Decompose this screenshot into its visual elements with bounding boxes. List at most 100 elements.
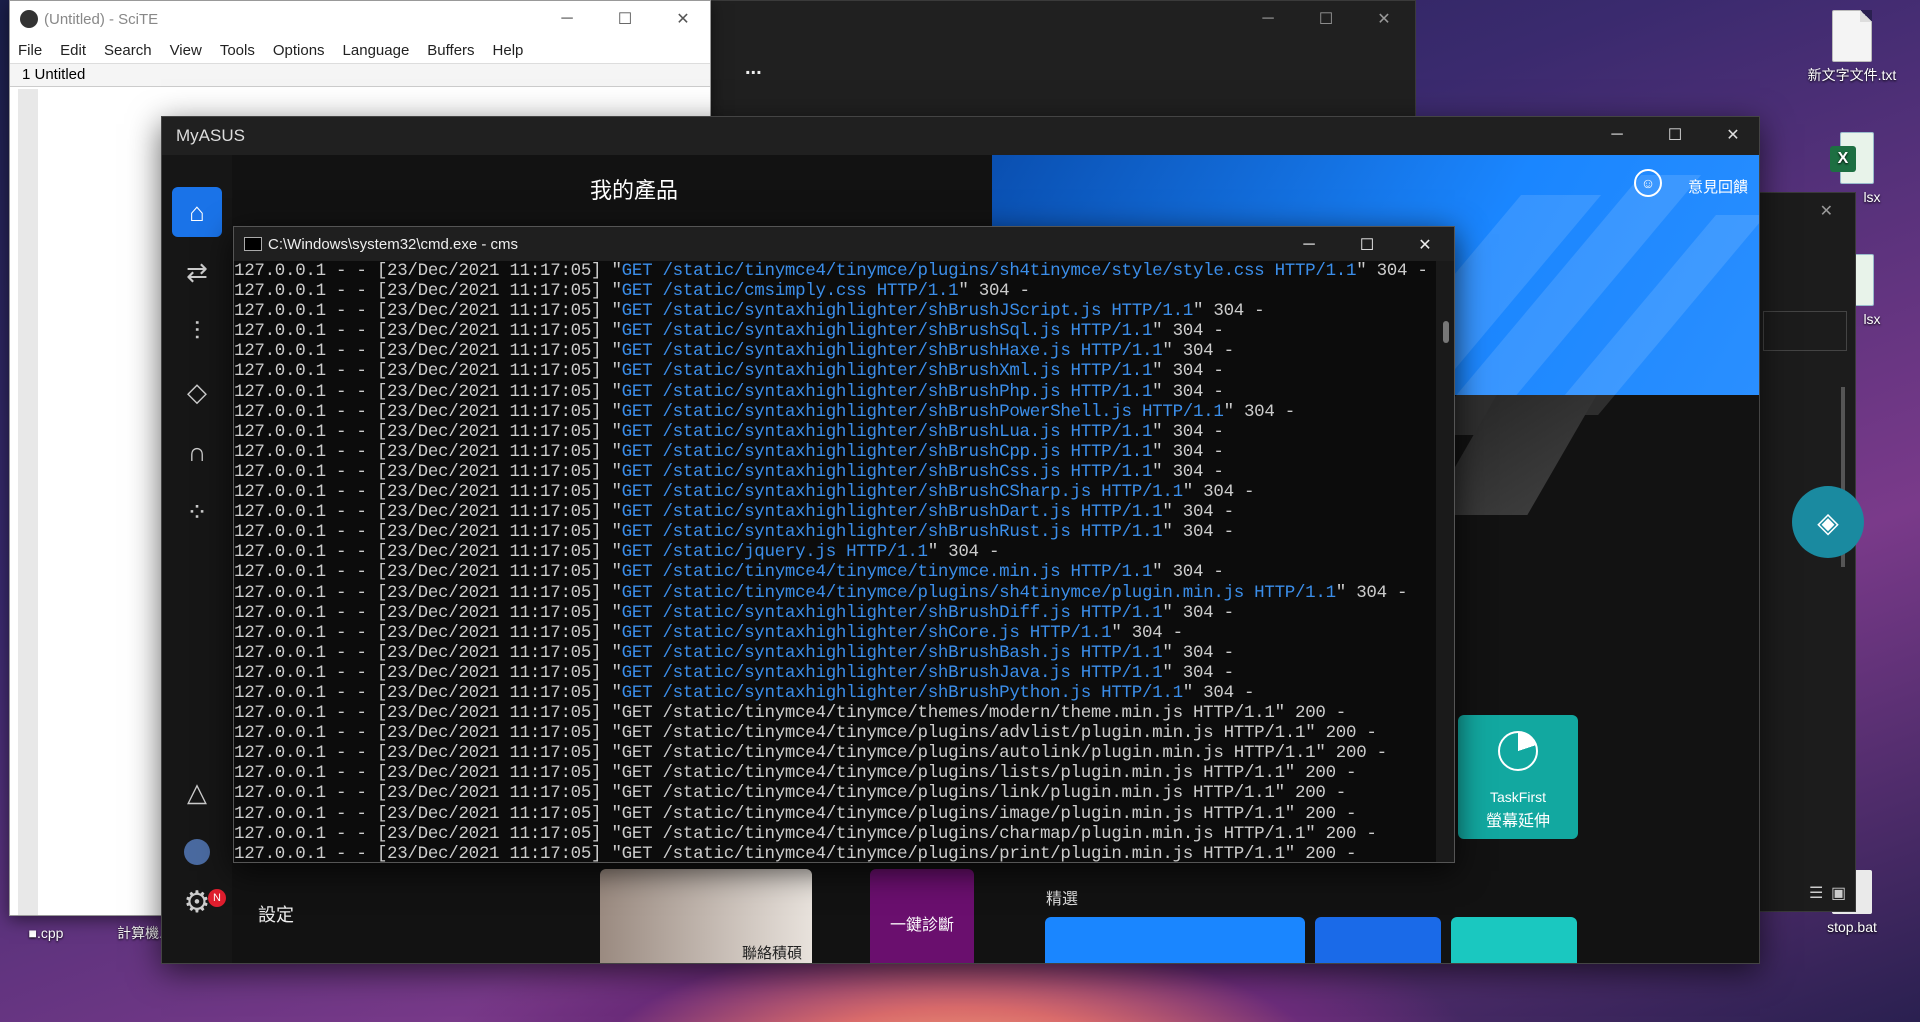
minimize-button[interactable]: ─	[1588, 117, 1646, 153]
log-prefix: 127.0.0.1 - - [23/Dec/2021 11:17:05] "	[234, 401, 622, 422]
menu-search[interactable]: Search	[104, 42, 152, 59]
desktop-icon-cpp[interactable]: ■.cpp	[0, 924, 92, 942]
console-line: 127.0.0.1 - - [23/Dec/2021 11:17:05] "GE…	[234, 361, 1436, 381]
menu-buffers[interactable]: Buffers	[427, 42, 474, 59]
console-line: 127.0.0.1 - - [23/Dec/2021 11:17:05] "GE…	[234, 442, 1436, 462]
log-status: " 304 -	[1335, 582, 1408, 603]
log-request: GET /static/syntaxhighlighter/shBrushPow…	[621, 401, 1224, 422]
settings-badge: N	[208, 889, 226, 907]
window-title: (Untitled) - SciTE	[44, 10, 159, 28]
apps-icon[interactable]: ⁘	[172, 487, 222, 537]
log-request: GET /static/syntaxhighlighter/shCore.js …	[621, 622, 1112, 643]
maximize-button[interactable]: ☐	[596, 1, 654, 37]
assistant-float-button[interactable]: ◈	[1792, 486, 1864, 558]
minimize-button[interactable]: ─	[538, 1, 596, 37]
log-prefix: 127.0.0.1 - - [23/Dec/2021 11:17:05] "	[234, 703, 622, 724]
log-status: " 304 -	[1162, 602, 1234, 623]
log-status: " 304 -	[1223, 401, 1296, 422]
tiles-view-icon[interactable]: ▣	[1831, 883, 1846, 903]
menu-bar: File Edit Search View Tools Options Lang…	[10, 37, 710, 63]
link-icon[interactable]: ⇄	[172, 247, 222, 297]
log-request: GET /static/tinymce4/tinymce/plugins/ima…	[621, 803, 1285, 824]
log-prefix: 127.0.0.1 - - [23/Dec/2021 11:17:05] "	[234, 381, 622, 402]
log-status: " 304 -	[1152, 461, 1224, 482]
log-prefix: 127.0.0.1 - - [23/Dec/2021 11:17:05] "	[234, 281, 622, 302]
log-prefix: 127.0.0.1 - - [23/Dec/2021 11:17:05] "	[234, 301, 622, 322]
tag-icon[interactable]: ◇	[172, 367, 222, 417]
headset-icon[interactable]: ∩	[172, 427, 222, 477]
console-line: 127.0.0.1 - - [23/Dec/2021 11:17:05] "GE…	[234, 844, 1436, 862]
console-line: 127.0.0.1 - - [23/Dec/2021 11:17:05] "GE…	[234, 824, 1436, 844]
more-options-button[interactable]: ...	[745, 57, 762, 80]
console-line: 127.0.0.1 - - [23/Dec/2021 11:17:05] "GE…	[234, 743, 1436, 763]
close-button[interactable]: ✕	[1355, 1, 1413, 37]
maximize-button[interactable]: ☐	[1297, 1, 1355, 37]
log-prefix: 127.0.0.1 - - [23/Dec/2021 11:17:05] "	[234, 261, 622, 281]
desktop-icon-label: 新文字文件.txt	[1807, 67, 1897, 83]
tab-untitled[interactable]: 1 Untitled	[22, 66, 85, 83]
console-line: 127.0.0.1 - - [23/Dec/2021 11:17:05] "GE…	[234, 261, 1436, 281]
console-line: 127.0.0.1 - - [23/Dec/2021 11:17:05] "GE…	[234, 643, 1436, 663]
diagnosis-label: 一鍵診斷	[889, 917, 954, 934]
minimize-button[interactable]: ─	[1239, 1, 1297, 37]
log-prefix: 127.0.0.1 - - [23/Dec/2021 11:17:05] "	[234, 522, 622, 543]
console-line: 127.0.0.1 - - [23/Dec/2021 11:17:05] "GE…	[234, 663, 1436, 683]
menu-edit[interactable]: Edit	[60, 42, 86, 59]
log-status: " 304 -	[1182, 482, 1255, 503]
desktop-icon-label: ■.cpp	[28, 925, 64, 941]
log-prefix: 127.0.0.1 - - [23/Dec/2021 11:17:05] "	[234, 843, 622, 862]
console-line: 127.0.0.1 - - [23/Dec/2021 11:17:05] "GE…	[234, 482, 1436, 502]
buffer-tabs: 1 Untitled	[10, 63, 710, 87]
featured-heading: 精選	[1046, 891, 1079, 908]
contact-tile[interactable]: 聯絡積碩	[600, 869, 812, 963]
menu-view[interactable]: View	[170, 42, 202, 59]
console-line: 127.0.0.1 - - [23/Dec/2021 11:17:05] "GE…	[234, 321, 1436, 341]
scrollbar-thumb[interactable]	[1443, 321, 1449, 343]
log-status: " 304 -	[1152, 321, 1224, 342]
log-request: GET /static/syntaxhighlighter/shBrushCpp…	[621, 441, 1153, 462]
settings-label[interactable]: 設定	[258, 901, 294, 927]
scrollbar[interactable]	[1436, 261, 1454, 862]
close-button[interactable]: ✕	[1820, 201, 1833, 221]
menu-help[interactable]: Help	[493, 42, 524, 59]
maximize-button[interactable]: ☐	[1338, 227, 1396, 263]
maximize-button[interactable]: ☐	[1646, 117, 1704, 153]
tools-icon[interactable]: △	[172, 767, 222, 817]
minimize-button[interactable]: ─	[1280, 227, 1338, 263]
sliders-icon[interactable]: ⫶	[172, 307, 222, 357]
console-line: 127.0.0.1 - - [23/Dec/2021 11:17:05] "GE…	[234, 281, 1436, 301]
line-margin	[18, 89, 38, 915]
avatar[interactable]	[172, 827, 222, 877]
cmd-window[interactable]: C:\Windows\system32\cmd.exe - cms ─ ☐ ✕ …	[233, 226, 1455, 863]
taskfirst-subtitle: 螢幕延伸	[1485, 813, 1550, 830]
featured-tile-1[interactable]	[1045, 917, 1305, 963]
taskfirst-tile[interactable]: TaskFirst 螢幕延伸	[1458, 715, 1578, 839]
log-prefix: 127.0.0.1 - - [23/Dec/2021 11:17:05] "	[234, 723, 622, 744]
log-prefix: 127.0.0.1 - - [23/Dec/2021 11:17:05] "	[234, 763, 622, 784]
menu-options[interactable]: Options	[273, 42, 325, 59]
console-output[interactable]: 127.0.0.1 - - [23/Dec/2021 11:17:05] "GE…	[234, 261, 1436, 862]
address-box[interactable]	[1763, 311, 1847, 351]
desktop-icon-textfile[interactable]: 新文字文件.txt	[1806, 10, 1898, 84]
close-button[interactable]: ✕	[654, 1, 712, 37]
close-button[interactable]: ✕	[1704, 117, 1759, 153]
menu-language[interactable]: Language	[343, 42, 410, 59]
log-status: " 304 -	[1192, 301, 1265, 322]
close-button[interactable]: ✕	[1396, 227, 1454, 263]
featured-tile-3[interactable]	[1451, 917, 1577, 963]
log-status: " 304 -	[1162, 642, 1234, 663]
menu-tools[interactable]: Tools	[220, 42, 255, 59]
details-view-icon[interactable]: ☰	[1809, 883, 1823, 903]
console-line: 127.0.0.1 - - [23/Dec/2021 11:17:05] "GE…	[234, 683, 1436, 703]
home-icon[interactable]: ⌂	[172, 187, 222, 237]
log-prefix: 127.0.0.1 - - [23/Dec/2021 11:17:05] "	[234, 682, 622, 703]
feedback-link[interactable]: 意見回饋	[1688, 176, 1748, 197]
diagnosis-tile[interactable]: 一鍵診斷	[870, 869, 974, 963]
background-window[interactable]: ... ─ ☐ ✕	[700, 0, 1416, 120]
console-line: 127.0.0.1 - - [23/Dec/2021 11:17:05] "GE…	[234, 583, 1436, 603]
menu-file[interactable]: File	[18, 42, 42, 59]
scite-app-icon	[20, 10, 38, 28]
featured-tile-2[interactable]	[1315, 917, 1441, 963]
taskfirst-icon	[1498, 731, 1538, 771]
feedback-icon[interactable]: ☺	[1634, 169, 1662, 197]
